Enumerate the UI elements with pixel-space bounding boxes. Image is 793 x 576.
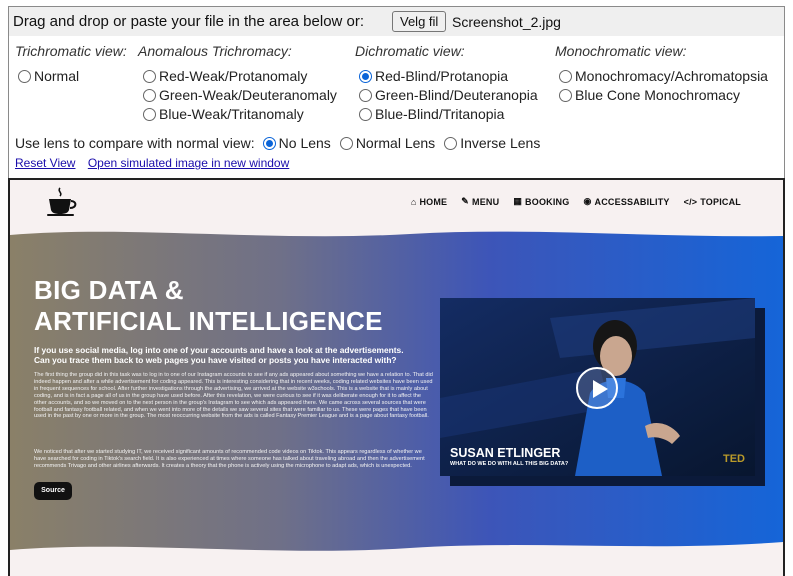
- option-deuteranomaly[interactable]: Green-Weak/Deuteranomaly: [143, 87, 337, 103]
- option-normal[interactable]: Normal: [18, 68, 79, 84]
- simulated-image: ⌂ HOME ✎ MENU ▦ BOOKING ◉ ACCESSABILITY …: [8, 178, 785, 576]
- radio-button[interactable]: [143, 88, 156, 102]
- booking-icon: ▦: [513, 196, 523, 206]
- nav-accessability[interactable]: ◉ ACCESSABILITY: [583, 196, 669, 207]
- radio-button[interactable]: [359, 88, 372, 102]
- radio-button-selected[interactable]: [262, 136, 276, 150]
- lens-option-label: Normal Lens: [355, 135, 436, 151]
- coffee-cup-icon: [47, 187, 77, 216]
- menu-icon: ✎: [461, 196, 470, 206]
- option-label: Monochromacy/Achromatopsia: [575, 68, 768, 84]
- file-name: Screenshot_2.jpg: [452, 14, 561, 30]
- radio-button[interactable]: [143, 69, 156, 83]
- option-tritanomaly[interactable]: Blue-Weak/Tritanomaly: [143, 106, 304, 122]
- option-protanopia[interactable]: Red-Blind/Protanopia: [359, 68, 508, 84]
- lens-option-inverse[interactable]: Inverse Lens: [444, 135, 540, 151]
- radio-button[interactable]: [339, 136, 353, 150]
- hero-lead: If you use social media, log into one of…: [34, 345, 404, 365]
- simulator-panel: Drag and drop or paste your file in the …: [8, 6, 785, 178]
- option-label: Green-Blind/Deuteranopia: [375, 87, 538, 103]
- lens-option-normal[interactable]: Normal Lens: [339, 135, 436, 151]
- trichromatic-heading: Trichromatic view:: [15, 43, 127, 59]
- lens-row: Use lens to compare with normal view: No…: [15, 135, 549, 151]
- source-button[interactable]: Source: [34, 482, 72, 500]
- option-deuteranopia[interactable]: Green-Blind/Deuteranopia: [359, 87, 538, 103]
- monochromatic-heading: Monochromatic view:: [555, 43, 687, 59]
- nav-topical[interactable]: </> TOPICAL: [684, 196, 741, 207]
- lens-label: Use lens to compare with normal view:: [15, 135, 255, 151]
- nav-label: BOOKING: [525, 196, 570, 207]
- open-new-window-link[interactable]: Open simulated image in new window: [88, 156, 289, 170]
- lens-option-label: No Lens: [278, 135, 331, 151]
- radio-button[interactable]: [359, 107, 372, 121]
- option-blue-cone[interactable]: Blue Cone Monochromacy: [559, 87, 740, 103]
- anomalous-heading: Anomalous Trichromacy:: [138, 43, 292, 59]
- drop-zone[interactable]: Drag and drop or paste your file in the …: [9, 7, 784, 36]
- option-label: Blue-Weak/Tritanomaly: [159, 106, 304, 122]
- radio-button[interactable]: [18, 69, 31, 83]
- option-tritanopia[interactable]: Blue-Blind/Tritanopia: [359, 106, 504, 122]
- option-achromatopsia[interactable]: Monochromacy/Achromatopsia: [559, 68, 768, 84]
- nav-home[interactable]: ⌂ HOME: [411, 196, 447, 207]
- nav-label: HOME: [419, 196, 448, 207]
- reset-view-link[interactable]: Reset View: [15, 156, 75, 170]
- video-subtitle: WHAT DO WE DO WITH ALL THIS BIG DATA?: [450, 461, 569, 467]
- hero-title-line1: BIG DATA &: [34, 275, 184, 305]
- site-menu: ⌂ HOME ✎ MENU ▦ BOOKING ◉ ACCESSABILITY …: [397, 196, 741, 207]
- radio-button[interactable]: [559, 69, 572, 83]
- nav-label: ACCESSABILITY: [594, 196, 670, 207]
- action-links: Reset View Open simulated image in new w…: [15, 156, 298, 170]
- nav-menu[interactable]: ✎ MENU: [461, 196, 499, 207]
- option-label: Blue-Blind/Tritanopia: [375, 106, 505, 122]
- nav-booking[interactable]: ▦ BOOKING: [513, 196, 569, 207]
- play-icon[interactable]: [576, 367, 618, 409]
- lens-option-label: Inverse Lens: [460, 135, 541, 151]
- drop-prompt: Drag and drop or paste your file in the …: [13, 13, 365, 30]
- option-label: Green-Weak/Deuteranomaly: [159, 87, 337, 103]
- hero-title: BIG DATA & ARTIFICIAL INTELLIGENCE: [34, 275, 383, 337]
- choose-file-button[interactable]: Velg fil: [392, 11, 447, 32]
- radio-button[interactable]: [559, 88, 572, 102]
- ted-logo: TED: [723, 453, 745, 465]
- video-player[interactable]: SUSAN ETLINGER WHAT DO WE DO WITH ALL TH…: [440, 298, 755, 476]
- lens-option-none[interactable]: No Lens: [262, 135, 331, 151]
- hero-title-line2: ARTIFICIAL INTELLIGENCE: [34, 306, 383, 336]
- code-icon: </>: [683, 196, 698, 207]
- option-protanomaly[interactable]: Red-Weak/Protanomaly: [143, 68, 307, 84]
- option-label: Red-Weak/Protanomaly: [159, 68, 308, 84]
- nav-label: TOPICAL: [700, 196, 741, 207]
- video-speaker: SUSAN ETLINGER: [450, 446, 561, 460]
- hero-paragraph-1: The first thing the group did in this ta…: [34, 372, 433, 420]
- radio-button[interactable]: [143, 107, 156, 121]
- option-label: Red-Blind/Protanopia: [375, 68, 509, 84]
- option-label: Blue Cone Monochromacy: [575, 87, 740, 103]
- home-icon: ⌂: [410, 196, 417, 207]
- radio-button[interactable]: [444, 136, 458, 150]
- nav-label: MENU: [472, 196, 500, 207]
- site-navbar: ⌂ HOME ✎ MENU ▦ BOOKING ◉ ACCESSABILITY …: [10, 180, 783, 230]
- accessability-icon: ◉: [583, 196, 592, 206]
- option-label: Normal: [34, 68, 80, 84]
- hero-paragraph-2: We noticed that after we started studyin…: [34, 449, 425, 469]
- dichromatic-heading: Dichromatic view:: [355, 43, 465, 59]
- radio-button-selected[interactable]: [359, 69, 372, 83]
